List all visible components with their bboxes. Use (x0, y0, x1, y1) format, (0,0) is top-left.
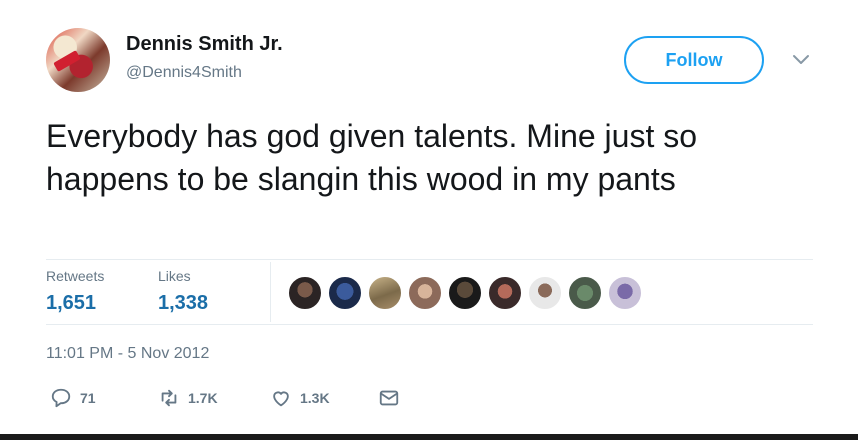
reply-count: 71 (80, 390, 96, 406)
retweets-label: Retweets (46, 268, 105, 284)
divider (46, 324, 813, 325)
liker-avatar[interactable] (448, 276, 482, 310)
liker-avatar[interactable] (328, 276, 362, 310)
liker-avatar[interactable] (528, 276, 562, 310)
reply-button[interactable]: 71 (50, 387, 96, 409)
avatar[interactable] (46, 28, 110, 92)
chevron-down-icon[interactable] (792, 54, 810, 66)
bottom-border (0, 434, 858, 440)
retweet-icon (161, 389, 177, 407)
likes-stat[interactable]: Likes 1,338 (158, 268, 208, 315)
likes-label: Likes (158, 268, 191, 284)
follow-button[interactable]: Follow (624, 36, 764, 84)
liker-avatar[interactable] (568, 276, 602, 310)
divider (46, 259, 813, 260)
heart-icon (273, 391, 289, 407)
likes-count: 1,338 (158, 292, 209, 314)
tweet-text: Everybody has god given talents. Mine ju… (46, 118, 698, 197)
user-handle[interactable]: @Dennis4Smith (126, 64, 242, 82)
liker-avatar[interactable] (408, 276, 442, 310)
liker-avatar[interactable] (608, 276, 642, 310)
timestamp[interactable]: 11:01 PM - 5 Nov 2012 (46, 345, 209, 363)
reply-icon (51, 388, 71, 408)
direct-message-button[interactable] (378, 387, 400, 409)
tweet-card: Dennis Smith Jr. @Dennis4Smith Follow Ev… (0, 0, 858, 440)
stats-divider (270, 262, 271, 322)
like-count: 1.3K (300, 390, 330, 406)
retweet-count: 1.7K (188, 390, 218, 406)
envelope-icon (379, 390, 399, 406)
display-name[interactable]: Dennis Smith Jr. (126, 33, 283, 56)
liker-avatar[interactable] (288, 276, 322, 310)
liker-avatar[interactable] (488, 276, 522, 310)
retweet-button[interactable]: 1.7K (158, 387, 218, 409)
retweets-stat[interactable]: Retweets 1,651 (46, 268, 104, 315)
retweets-count: 1,651 (46, 292, 97, 314)
like-button[interactable]: 1.3K (270, 387, 330, 409)
liker-avatar[interactable] (368, 276, 402, 310)
